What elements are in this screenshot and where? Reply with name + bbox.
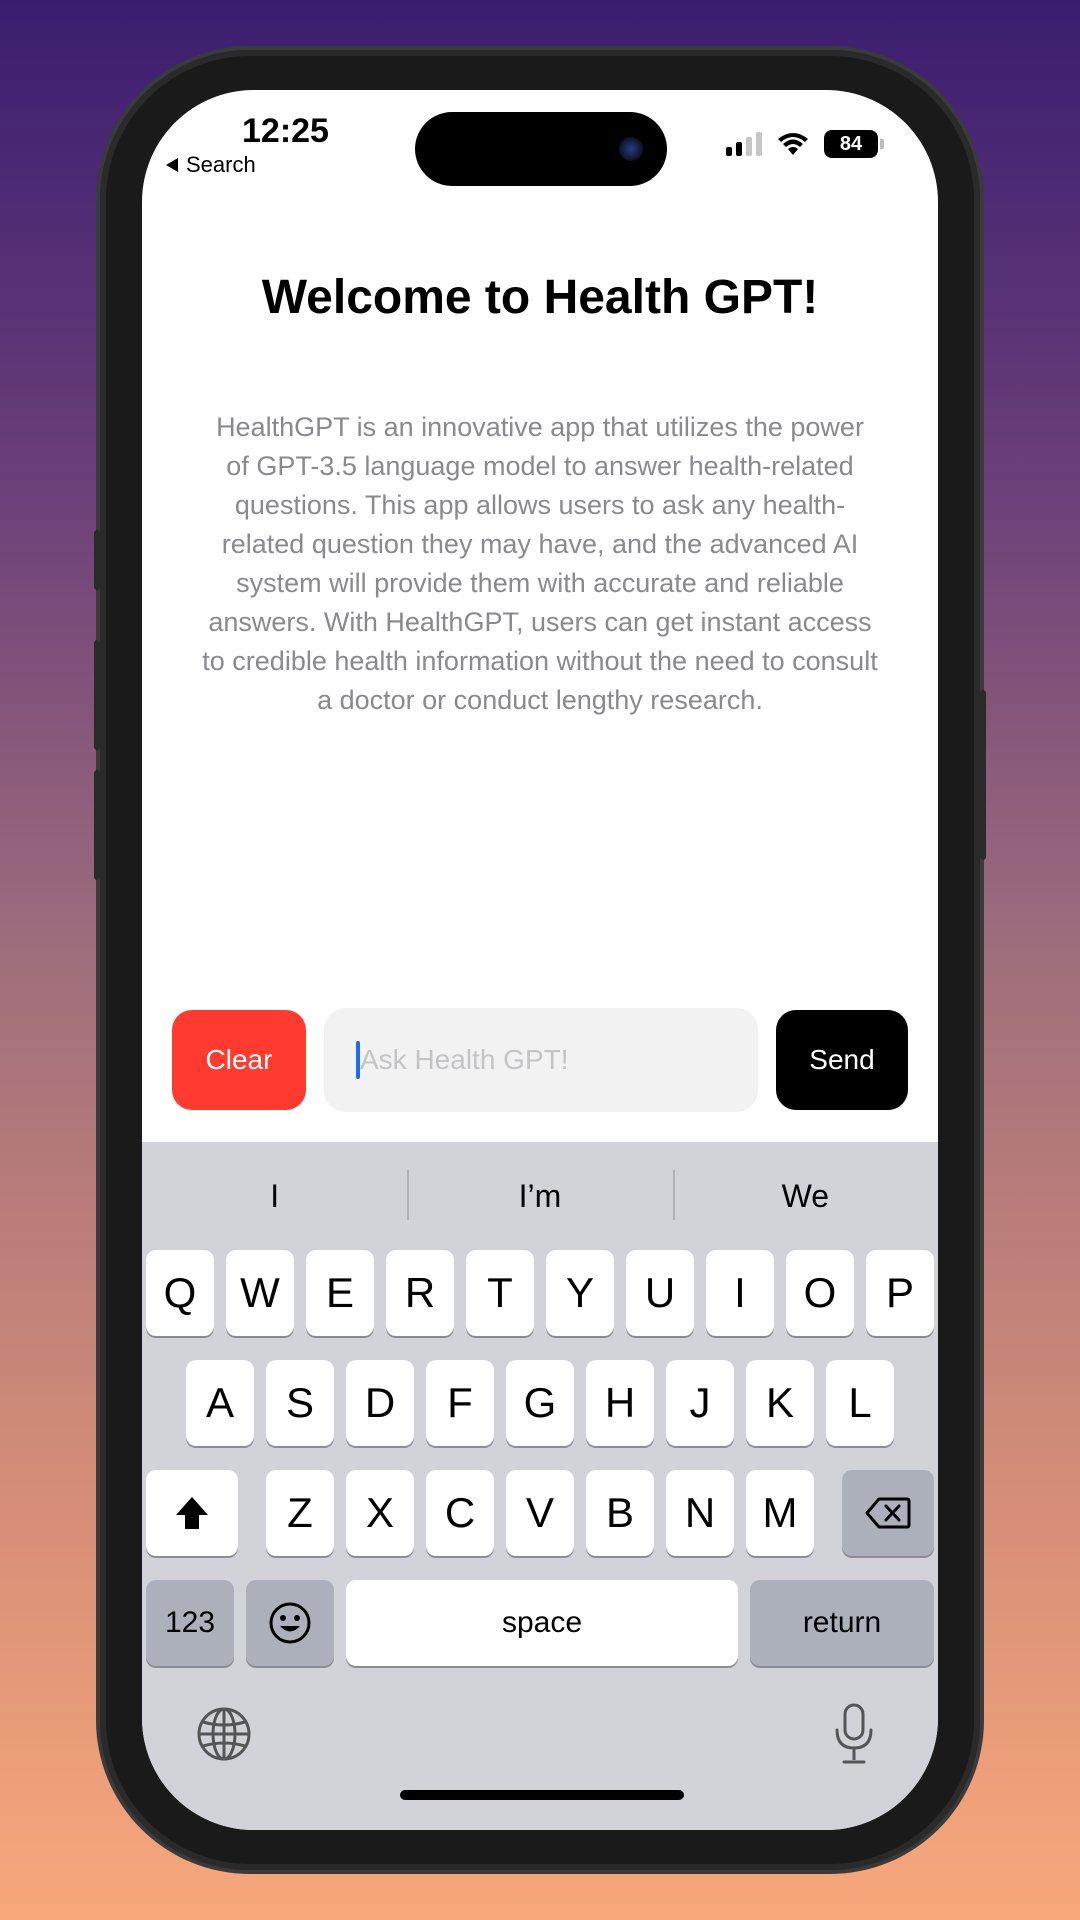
key-o[interactable]: O [786,1250,854,1336]
status-indicators: 84 [726,130,884,158]
back-to-search[interactable]: Search [166,152,256,178]
battery-level: 84 [839,132,863,155]
return-key[interactable]: return [750,1580,934,1666]
key-x[interactable]: X [346,1470,414,1556]
key-z[interactable]: Z [266,1470,334,1556]
backspace-key[interactable] [842,1470,934,1556]
volume-up-button [94,640,100,750]
suggestion-3[interactable]: We [672,1142,938,1250]
key-g[interactable]: G [506,1360,574,1446]
emoji-key[interactable] [246,1580,334,1666]
key-b[interactable]: B [586,1470,654,1556]
keyboard: I I’m We Q W E R T Y U I O P A S D F G H… [142,1142,938,1830]
key-h[interactable]: H [586,1360,654,1446]
send-button[interactable]: Send [776,1010,908,1110]
app-description: HealthGPT is an innovative app that util… [202,412,878,715]
key-f[interactable]: F [426,1360,494,1446]
numbers-key[interactable]: 123 [146,1580,234,1666]
key-k[interactable]: K [746,1360,814,1446]
key-a[interactable]: A [186,1360,254,1446]
key-r[interactable]: R [386,1250,454,1336]
key-u[interactable]: U [626,1250,694,1336]
key-q[interactable]: Q [146,1250,214,1336]
backspace-icon [865,1497,911,1529]
screen: 12:25 Search 84 Welcome to Health GPT! H… [142,90,938,1830]
home-indicator[interactable] [400,1790,684,1800]
suggestion-bar: I I’m We [142,1142,938,1250]
key-y[interactable]: Y [546,1250,614,1336]
power-button [980,690,986,860]
wifi-icon [778,133,808,155]
key-l[interactable]: L [826,1360,894,1446]
suggestion-1[interactable]: I [142,1142,407,1250]
shift-icon [176,1497,208,1529]
status-time: 12:25 [242,112,329,150]
camera-icon [619,137,643,161]
clear-button[interactable]: Clear [172,1010,306,1110]
microphone-icon[interactable] [832,1702,876,1766]
page-title: Welcome to Health GPT! [261,271,819,324]
key-p[interactable]: P [866,1250,934,1336]
space-key[interactable]: space [346,1580,738,1666]
phone-frame: 12:25 Search 84 Welcome to Health GPT! H… [94,50,986,1870]
back-label: Search [186,152,256,177]
key-w[interactable]: W [226,1250,294,1336]
shift-key[interactable] [146,1470,238,1556]
key-d[interactable]: D [346,1360,414,1446]
key-e[interactable]: E [306,1250,374,1336]
volume-down-button [94,770,100,880]
key-j[interactable]: J [666,1360,734,1446]
key-t[interactable]: T [466,1250,534,1336]
suggestion-2[interactable]: I’m [407,1142,672,1250]
question-input[interactable]: Ask Health GPT! [324,1008,758,1112]
action-button [94,530,100,590]
emoji-icon [269,1602,311,1644]
key-m[interactable]: M [746,1470,814,1556]
input-placeholder: Ask Health GPT! [360,1044,569,1075]
battery-icon: 84 [824,130,884,158]
dynamic-island [415,112,667,186]
cellular-signal-icon [726,132,762,156]
back-arrow-icon [166,158,178,172]
key-n[interactable]: N [666,1470,734,1556]
key-s[interactable]: S [266,1360,334,1446]
key-v[interactable]: V [506,1470,574,1556]
key-c[interactable]: C [426,1470,494,1556]
key-i[interactable]: I [706,1250,774,1336]
globe-icon[interactable] [196,1706,252,1762]
